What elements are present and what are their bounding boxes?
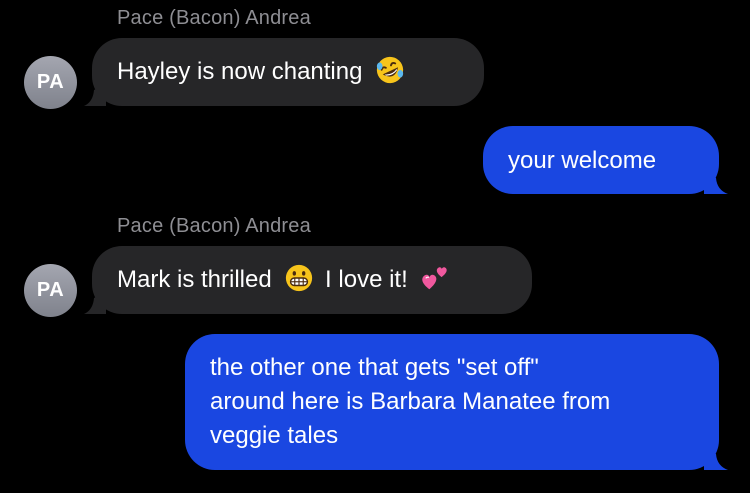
- message-bubble-outgoing[interactable]: the other one that gets "set off" around…: [185, 334, 728, 470]
- message-text: I love it!: [325, 266, 408, 293]
- avatar[interactable]: PA: [24, 56, 77, 109]
- message-bubble-incoming[interactable]: Hayley is now chanting: [84, 38, 484, 106]
- sender-name: Pace (Bacon) Andrea: [117, 215, 311, 237]
- bubble-tail: [84, 292, 106, 314]
- message-text-line: veggie tales: [210, 422, 339, 449]
- message-text: your welcome: [508, 147, 657, 174]
- avatar[interactable]: PA: [24, 264, 77, 317]
- rolling-on-floor-laughing-emoji: [377, 56, 404, 83]
- grimacing-face-emoji: [286, 264, 313, 291]
- message-text: Hayley is now chanting: [117, 58, 363, 85]
- bubble-tail: [704, 172, 728, 194]
- message-bubble-outgoing[interactable]: your welcome: [483, 126, 728, 194]
- bubble-tail: [84, 84, 106, 106]
- message-bubble-incoming[interactable]: Mark is thrilled I love it!: [84, 246, 532, 314]
- message-text-line: the other one that gets "set off": [210, 354, 539, 381]
- message-text: Mark is thrilled: [117, 266, 272, 293]
- bubble-tail: [704, 448, 728, 470]
- two-hearts-emoji: [422, 266, 448, 289]
- message-text-line: around here is Barbara Manatee from: [210, 388, 611, 415]
- sender-name: Pace (Bacon) Andrea: [117, 7, 311, 29]
